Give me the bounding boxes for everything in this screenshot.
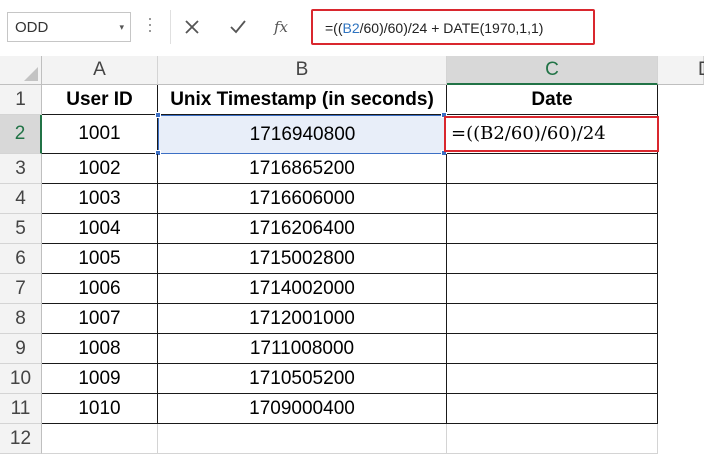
- header-date[interactable]: Date: [447, 85, 658, 115]
- select-all-button[interactable]: [0, 56, 42, 85]
- cell-user-id[interactable]: 1010: [42, 394, 158, 424]
- row-header-11[interactable]: 11: [0, 394, 42, 424]
- cell-user-id[interactable]: 1007: [42, 304, 158, 334]
- row-header-10[interactable]: 10: [0, 364, 42, 394]
- name-box[interactable]: ODD ▾: [7, 12, 131, 42]
- cell-user-id[interactable]: 1003: [42, 184, 158, 214]
- cell-user-id[interactable]: 1009: [42, 364, 158, 394]
- cell-date[interactable]: [447, 364, 658, 394]
- cell-date[interactable]: [447, 214, 658, 244]
- cell-timestamp[interactable]: 1716206400: [158, 214, 447, 244]
- close-icon[interactable]: [172, 10, 212, 44]
- row-header-2[interactable]: 2: [0, 115, 42, 154]
- fx-icon[interactable]: fx: [263, 10, 303, 44]
- empty-cell[interactable]: [42, 424, 158, 454]
- cell-user-id[interactable]: 1006: [42, 274, 158, 304]
- cell-date[interactable]: [447, 334, 658, 364]
- cell-timestamp[interactable]: 1712001000: [158, 304, 447, 334]
- formula-reference: B2: [342, 20, 360, 36]
- formula-input[interactable]: =((B2/60)/60)/24 + DATE(1970,1,1): [311, 9, 595, 45]
- chevron-down-icon[interactable]: ▾: [119, 22, 124, 33]
- cell-timestamp[interactable]: 1709000400: [158, 394, 447, 424]
- svg-text:fx: fx: [273, 18, 289, 36]
- header-user-id[interactable]: User ID: [42, 85, 158, 115]
- row-header-12[interactable]: 12: [0, 424, 42, 454]
- row-header-9[interactable]: 9: [0, 334, 42, 364]
- divider: [170, 10, 171, 44]
- column-header-a[interactable]: A: [42, 56, 158, 85]
- row-header-6[interactable]: 6: [0, 244, 42, 274]
- row-header-8[interactable]: 8: [0, 304, 42, 334]
- row-header-1[interactable]: 1: [0, 85, 42, 115]
- column-header-b[interactable]: B: [158, 56, 447, 85]
- cell-user-id[interactable]: 1002: [42, 154, 158, 184]
- row-header-4[interactable]: 4: [0, 184, 42, 214]
- checkmark-icon[interactable]: [218, 10, 258, 44]
- empty-cell[interactable]: [158, 424, 447, 454]
- cell-timestamp[interactable]: 1714002000: [158, 274, 447, 304]
- header-unix-timestamp[interactable]: Unix Timestamp (in seconds): [158, 85, 447, 115]
- cell-date[interactable]: [447, 184, 658, 214]
- cell-timestamp[interactable]: 1715002800: [158, 244, 447, 274]
- cell-timestamp[interactable]: 1710505200: [158, 364, 447, 394]
- row-header-5[interactable]: 5: [0, 214, 42, 244]
- formula-prefix: =((: [325, 20, 343, 36]
- cell-user-id[interactable]: 1008: [42, 334, 158, 364]
- cell-date[interactable]: [447, 274, 658, 304]
- column-header-c[interactable]: C: [447, 56, 658, 85]
- formula-rest: /60)/60)/24 + DATE(1970,1,1): [359, 20, 544, 36]
- cell-date[interactable]: [447, 244, 658, 274]
- cell-timestamp[interactable]: 1711008000: [158, 334, 447, 364]
- row-header-3[interactable]: 3: [0, 154, 42, 184]
- cell-user-id[interactable]: 1005: [42, 244, 158, 274]
- cell-user-id[interactable]: 1001: [42, 115, 158, 154]
- cell-date[interactable]: [447, 394, 658, 424]
- column-header-d[interactable]: D: [658, 56, 704, 85]
- cell-user-id[interactable]: 1004: [42, 214, 158, 244]
- cell-timestamp[interactable]: 1716606000: [158, 184, 447, 214]
- cell-date[interactable]: [447, 154, 658, 184]
- cell-date[interactable]: [447, 304, 658, 334]
- row-header-7[interactable]: 7: [0, 274, 42, 304]
- select-all-icon: [24, 67, 38, 81]
- active-cell-editor[interactable]: =((B2/60)/60)/24: [444, 116, 659, 152]
- cell-timestamp[interactable]: 1716940800: [158, 115, 447, 154]
- name-box-value: ODD: [15, 19, 49, 36]
- empty-cell[interactable]: [447, 424, 658, 454]
- cell-timestamp[interactable]: 1716865200: [158, 154, 447, 184]
- formula-bar-grip-icon[interactable]: [147, 14, 153, 40]
